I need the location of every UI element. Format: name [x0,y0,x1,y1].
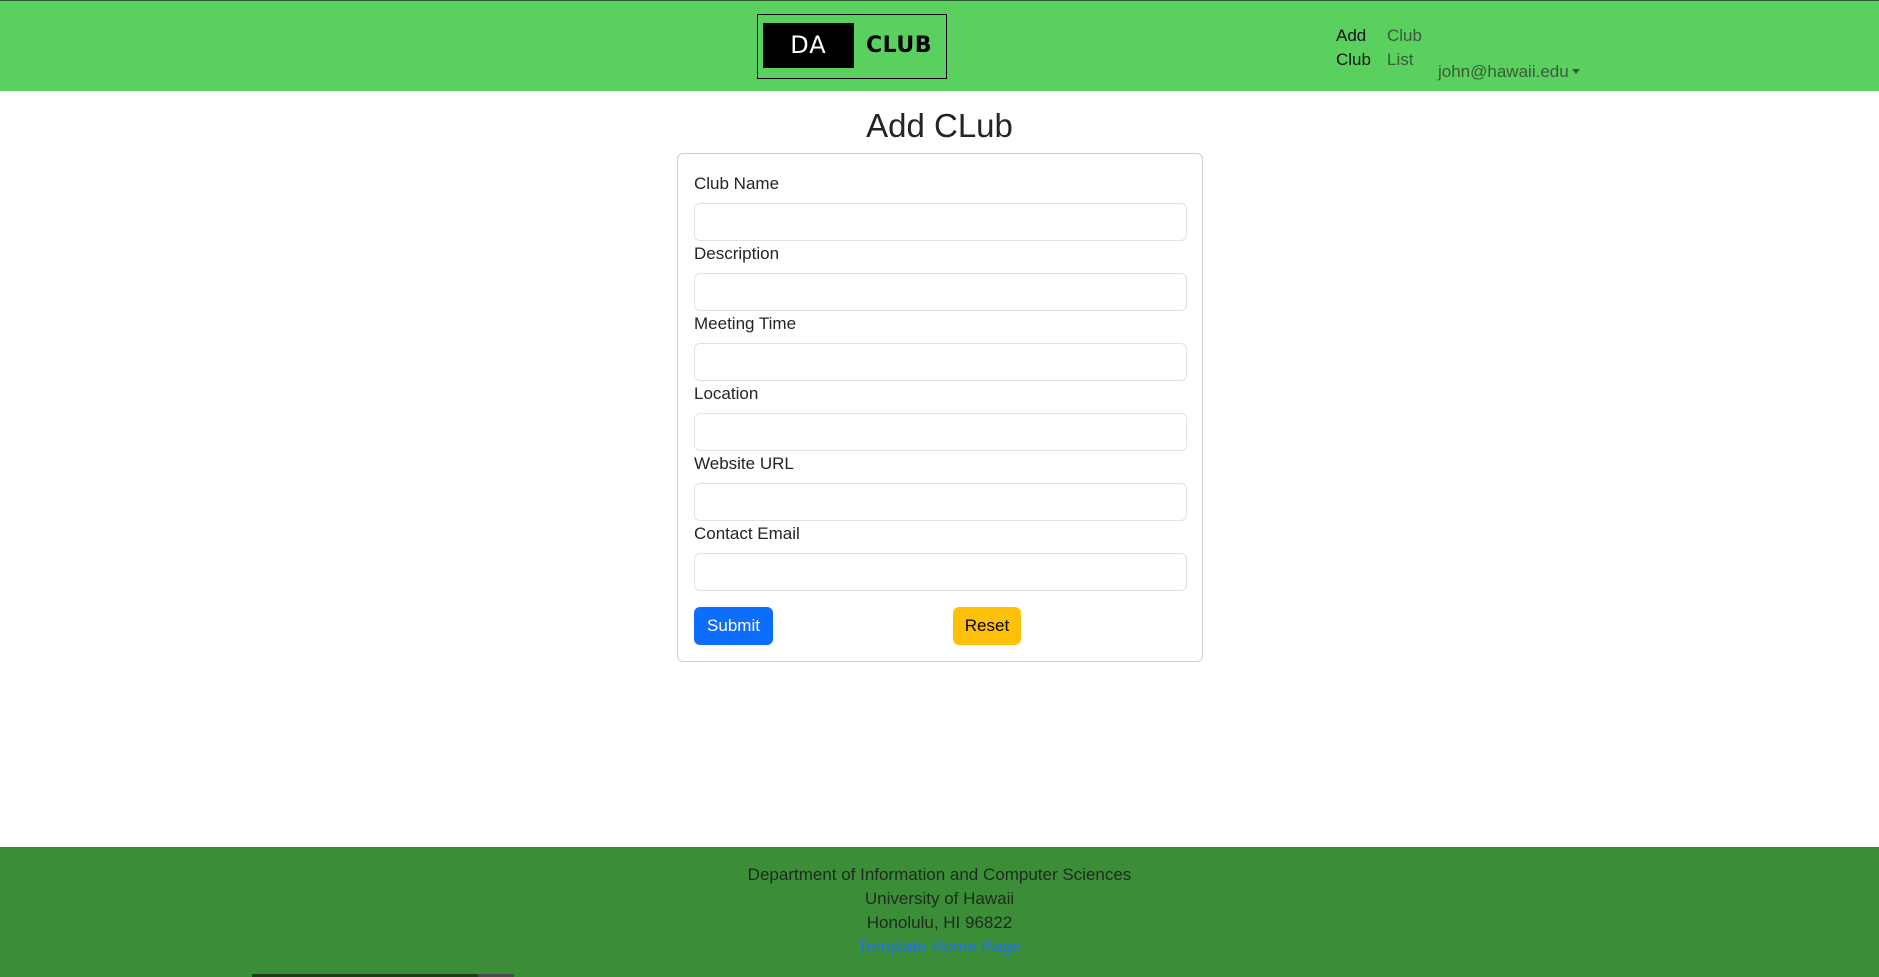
location-input[interactable] [694,413,1187,451]
navbar: DA CLUB Add Club Club List john@hawaii.e… [0,0,1879,91]
contact-email-input[interactable] [694,553,1187,591]
add-club-form: Club Name Description Meeting Time Locat… [677,153,1203,662]
location-label: Location [694,384,759,403]
logo-da-block: DA [763,23,854,68]
caret-down-icon [1571,69,1580,74]
website-url-label: Website URL [694,454,794,473]
contact-email-label: Contact Email [694,524,800,543]
user-dropdown[interactable]: john@hawaii.edu [1438,36,1580,84]
nav-link-club-list[interactable]: Club List [1387,24,1429,72]
user-email: john@hawaii.edu [1438,62,1569,81]
submit-button[interactable]: Submit [694,607,773,645]
club-name-label: Club Name [694,174,780,193]
meeting-time-input[interactable] [694,343,1187,381]
page-title: Add CLub [866,107,1013,144]
description-label: Description [694,244,780,263]
footer-department: Department of Information and Computer S… [747,865,1132,884]
club-name-input[interactable] [694,203,1187,241]
footer-link-row: Template Home Page [0,935,1879,959]
page: DA CLUB Add Club Club List john@hawaii.e… [0,0,1879,977]
footer-address: Honolulu, HI 96822 [866,913,1013,932]
reset-button[interactable]: Reset [953,607,1021,645]
website-url-input[interactable] [694,483,1187,521]
template-home-page-link[interactable]: Template Home Page [858,937,1021,956]
footer: Department of Information and Computer S… [0,847,1879,977]
description-input[interactable] [694,273,1187,311]
meeting-time-label: Meeting Time [694,314,797,333]
nav-link-add-club[interactable]: Add Club [1336,24,1378,72]
logo-club-text: CLUB [866,33,933,58]
footer-university: University of Hawaii [864,889,1015,908]
logo[interactable]: DA CLUB [757,14,947,79]
